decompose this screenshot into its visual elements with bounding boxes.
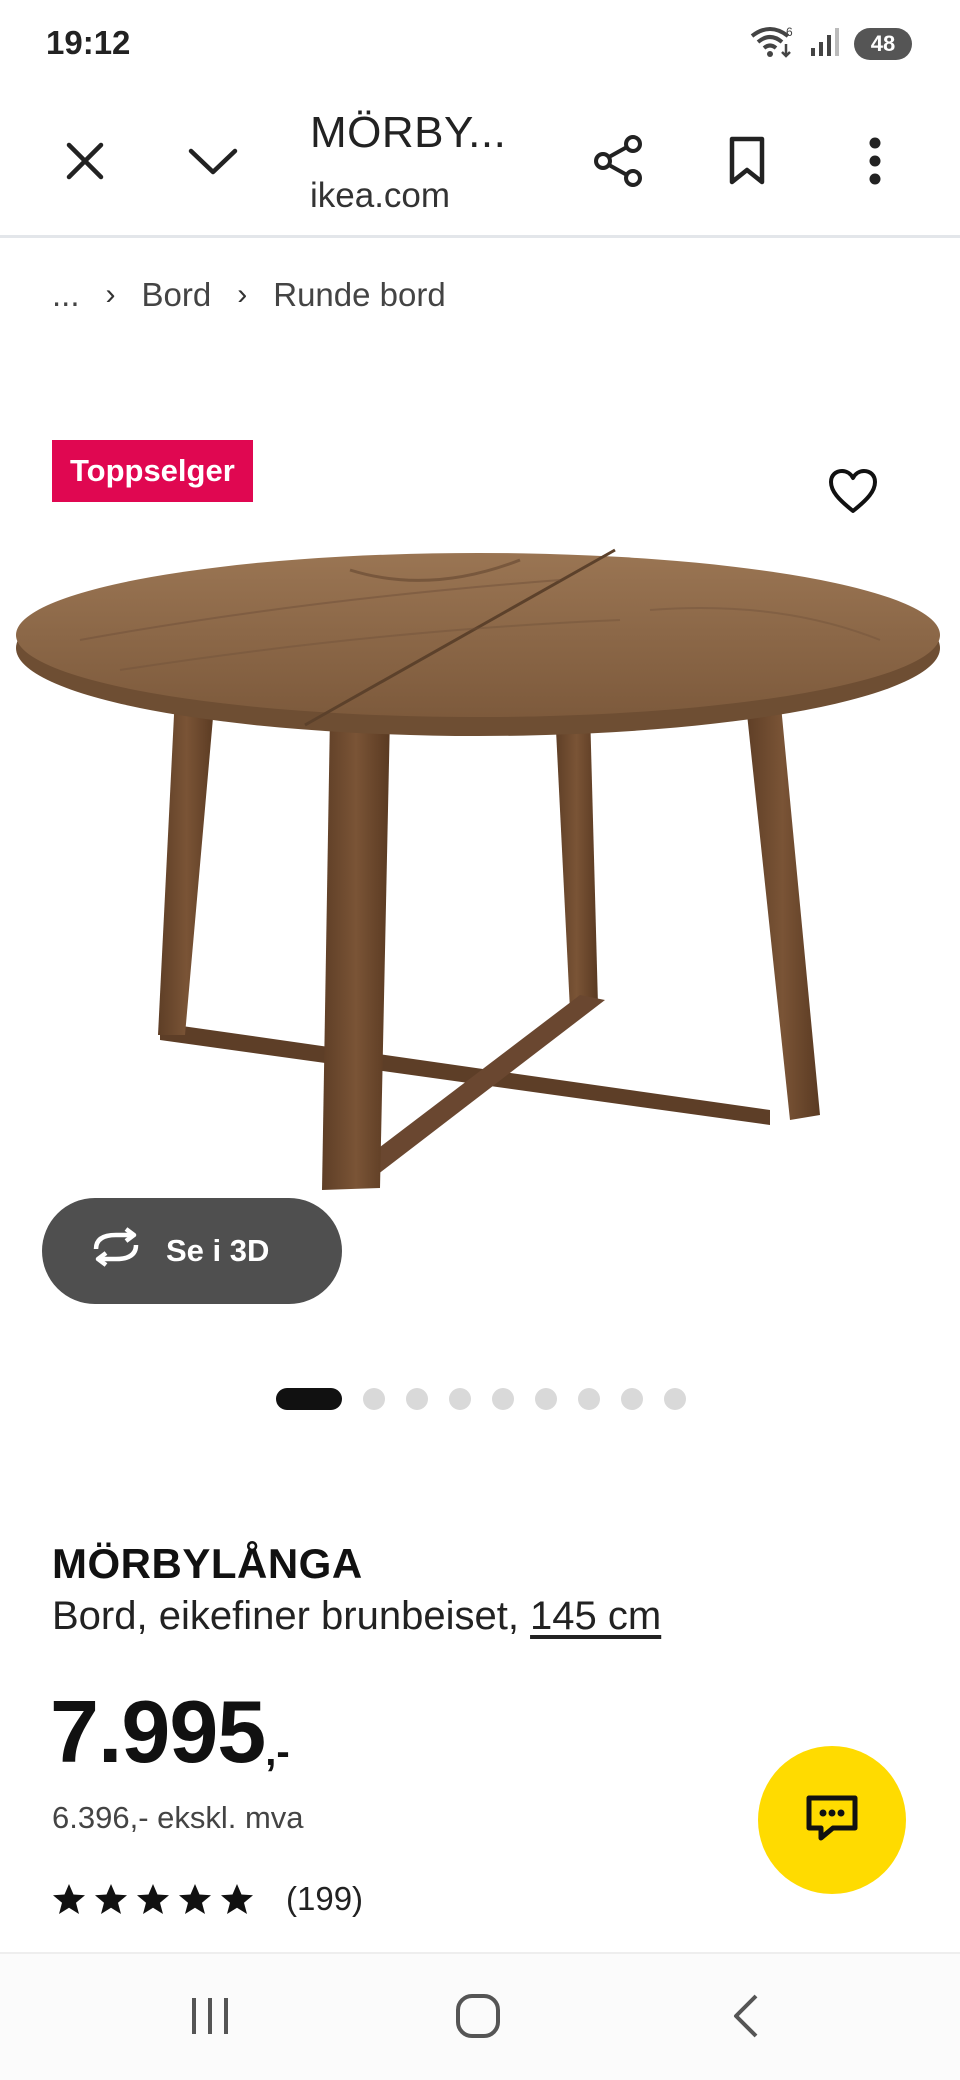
status-icons: 6 48 bbox=[748, 24, 912, 64]
price-suffix: ,- bbox=[265, 1730, 290, 1774]
star-icon bbox=[221, 1884, 253, 1914]
rating-count: (199) bbox=[286, 1880, 364, 1917]
recent-apps-button[interactable] bbox=[170, 1986, 250, 2050]
carousel-dot[interactable] bbox=[492, 1388, 514, 1410]
chat-button[interactable] bbox=[758, 1746, 906, 1894]
carousel-dot[interactable] bbox=[276, 1388, 342, 1410]
page-title[interactable]: MÖRBY... bbox=[310, 108, 506, 158]
chevron-right-icon: › bbox=[105, 278, 116, 311]
share-button[interactable] bbox=[574, 118, 664, 208]
chevron-right-icon: › bbox=[237, 278, 248, 311]
system-nav-bar bbox=[0, 1952, 960, 2080]
home-icon bbox=[454, 1992, 502, 2045]
breadcrumb-item-runde-bord[interactable]: Runde bord bbox=[273, 276, 445, 314]
bestseller-badge: Toppselger bbox=[52, 440, 253, 502]
carousel-dot[interactable] bbox=[664, 1388, 686, 1410]
carousel-dot[interactable] bbox=[535, 1388, 557, 1410]
carousel-dot[interactable] bbox=[621, 1388, 643, 1410]
back-button[interactable] bbox=[706, 1986, 786, 2050]
status-time: 19:12 bbox=[46, 24, 131, 61]
close-button[interactable] bbox=[40, 118, 130, 208]
signal-icon bbox=[810, 26, 840, 63]
breadcrumb-item-ellipsis[interactable]: ... bbox=[52, 276, 80, 314]
heart-icon bbox=[828, 468, 878, 520]
price-excl-vat: 6.396,- ekskl. mva bbox=[52, 1800, 304, 1835]
product-description: Bord, eikefiner brunbeiset, 145 cm bbox=[52, 1594, 661, 1639]
rating-stars bbox=[52, 1883, 254, 1915]
wifi-icon: 6 bbox=[748, 24, 796, 65]
more-menu-button[interactable] bbox=[830, 118, 920, 208]
carousel-dot[interactable] bbox=[449, 1388, 471, 1410]
view-3d-button[interactable]: Se i 3D bbox=[42, 1198, 342, 1304]
page-url[interactable]: ikea.com bbox=[310, 176, 450, 216]
rotate-icon bbox=[88, 1227, 144, 1275]
size-link[interactable]: 145 cm bbox=[530, 1594, 661, 1638]
chevron-down-icon bbox=[187, 146, 239, 181]
carousel-dot[interactable] bbox=[363, 1388, 385, 1410]
chat-icon bbox=[803, 1792, 861, 1849]
more-vert-icon bbox=[868, 136, 882, 191]
favorite-button[interactable] bbox=[823, 464, 883, 524]
status-bar: 19:12 6 48 bbox=[0, 0, 960, 88]
bookmark-button[interactable] bbox=[702, 118, 792, 208]
breadcrumb-item-bord[interactable]: Bord bbox=[142, 276, 212, 314]
share-icon bbox=[593, 134, 645, 193]
back-icon bbox=[731, 1992, 761, 2045]
home-button[interactable] bbox=[438, 1986, 518, 2050]
star-icon bbox=[179, 1884, 211, 1914]
product-description-text: Bord, eikefiner brunbeiset, bbox=[52, 1594, 531, 1638]
carousel-dot[interactable] bbox=[406, 1388, 428, 1410]
star-icon bbox=[137, 1884, 169, 1914]
minimize-button[interactable] bbox=[168, 118, 258, 208]
carousel-indicator bbox=[276, 1388, 686, 1410]
browser-toolbar: MÖRBY... ikea.com bbox=[0, 88, 960, 238]
product-name: MÖRBYLÅNGA bbox=[52, 1540, 363, 1587]
battery-icon: 48 bbox=[854, 28, 912, 60]
product-image[interactable] bbox=[0, 520, 960, 1200]
breadcrumb: ... › Bord › Runde bord bbox=[52, 276, 446, 314]
bookmark-icon bbox=[727, 136, 767, 191]
wifi-badge-text: 6 bbox=[786, 25, 793, 39]
view-3d-label: Se i 3D bbox=[166, 1233, 270, 1268]
product-rating[interactable]: (199) bbox=[52, 1880, 363, 1918]
price-main: 7.995 bbox=[50, 1682, 266, 1781]
recent-apps-icon bbox=[188, 1994, 232, 2043]
close-icon bbox=[65, 141, 105, 186]
star-icon bbox=[95, 1884, 127, 1914]
carousel-dot[interactable] bbox=[578, 1388, 600, 1410]
product-price: 7.995 ,- bbox=[50, 1688, 290, 1776]
star-icon bbox=[53, 1884, 85, 1914]
